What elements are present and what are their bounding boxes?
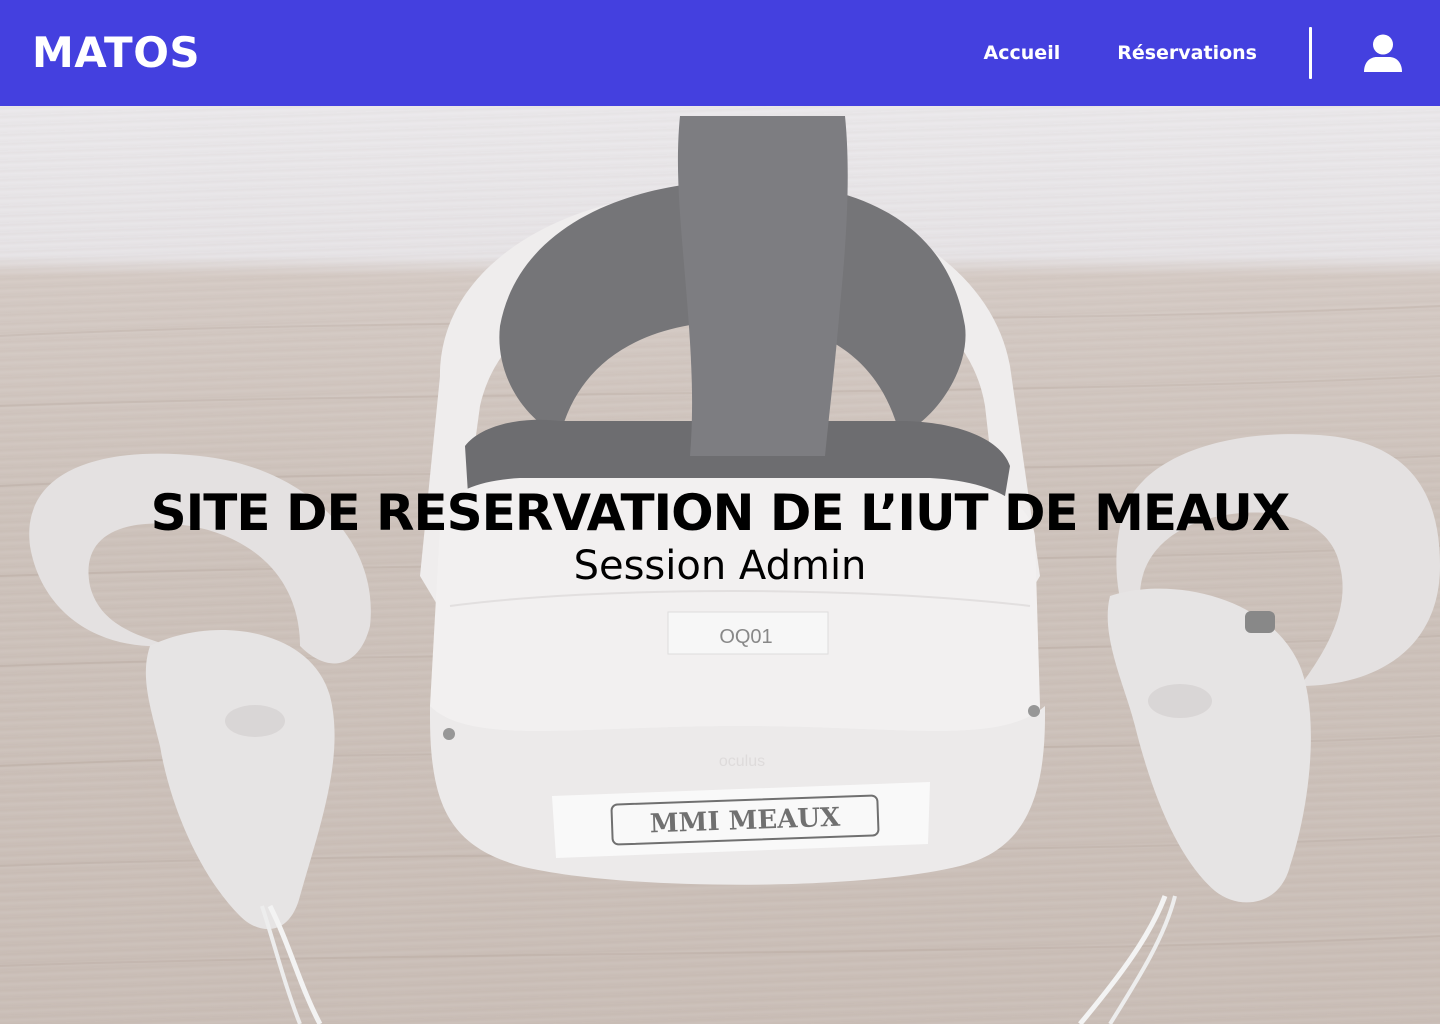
main-nav: Accueil Réservations xyxy=(984,0,1404,106)
user-account-button[interactable] xyxy=(1362,32,1404,74)
hero-subtitle: Session Admin xyxy=(573,543,867,589)
nav-link-reservations[interactable]: Réservations xyxy=(1117,42,1257,64)
nav-link-accueil[interactable]: Accueil xyxy=(984,42,1061,64)
hero-banner: OQ01 oculus MMI MEAUX SITE DE RESERVATIO… xyxy=(0,106,1440,1024)
hero-title: SITE DE RESERVATION DE L’IUT DE MEAUX xyxy=(150,484,1291,542)
user-icon xyxy=(1364,34,1402,72)
brand-logo[interactable]: MATOS xyxy=(32,32,200,74)
top-navbar: MATOS Accueil Réservations xyxy=(0,0,1440,106)
hero-heading-block: SITE DE RESERVATION DE L’IUT DE MEAUX Se… xyxy=(0,482,1440,588)
nav-divider xyxy=(1309,27,1312,79)
